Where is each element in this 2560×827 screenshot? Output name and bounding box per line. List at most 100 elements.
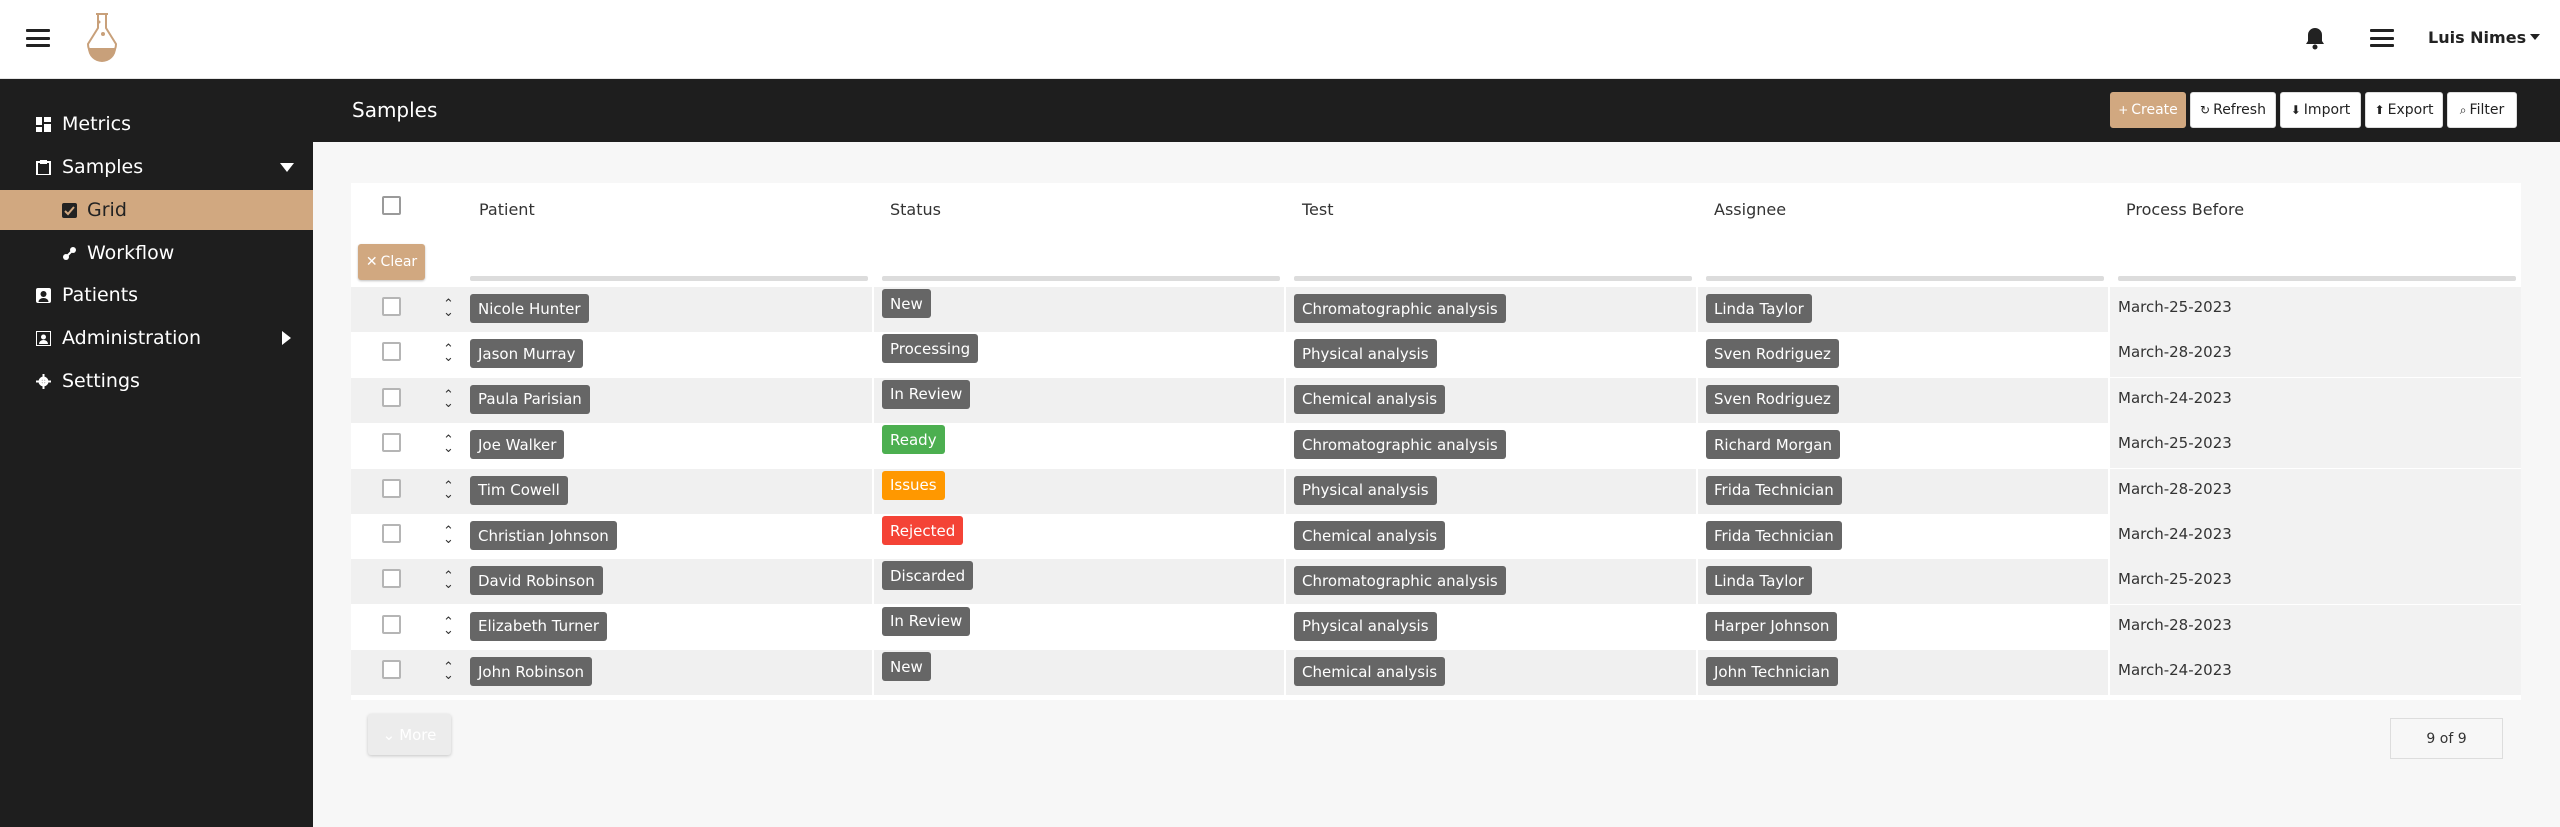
status-badge: Discarded — [882, 561, 974, 591]
app-menu-icon[interactable] — [2370, 29, 2394, 47]
patient-pill: David Robinson — [470, 566, 603, 596]
row-checkbox[interactable] — [382, 569, 401, 589]
sidebar-item-samples[interactable]: Samples — [0, 147, 313, 187]
test-pill: Chemical analysis — [1294, 521, 1446, 550]
refresh-button[interactable]: ↻ Refresh — [2190, 92, 2276, 128]
plus-icon: + — [2118, 103, 2129, 117]
drag-handle-icon[interactable]: ⌃ ⌄ — [443, 525, 454, 546]
sidebar-item-grid[interactable]: Grid — [0, 190, 313, 230]
expand-caret-icon — [282, 331, 291, 345]
sidebar-item-label: Settings — [62, 370, 140, 392]
patient-filter[interactable] — [470, 276, 868, 281]
test-pill: Physical analysis — [1294, 611, 1437, 641]
process-before-filter[interactable] — [2118, 276, 2516, 281]
drag-handle-icon[interactable]: ⌃ ⌄ — [443, 480, 454, 501]
row-checkbox[interactable] — [382, 433, 401, 453]
status-badge: New — [882, 652, 931, 682]
sidebar-item-metrics[interactable]: Metrics — [0, 104, 313, 144]
patient-pill: Elizabeth Turner — [470, 611, 607, 641]
select-all-checkbox[interactable] — [382, 196, 401, 215]
column-header-patient[interactable]: Patient — [479, 200, 535, 219]
patient-pill: Nicole Hunter — [470, 294, 589, 323]
assignee-filter[interactable] — [1706, 276, 2104, 281]
flask-logo-icon — [86, 13, 118, 62]
row-checkbox[interactable] — [382, 614, 401, 634]
row-checkbox[interactable] — [382, 387, 401, 407]
sidebar-item-workflow[interactable]: Workflow — [0, 233, 313, 273]
notification-bell-icon[interactable] — [2304, 26, 2326, 50]
export-button[interactable]: ⬆ Export — [2365, 92, 2443, 128]
patient-pill: Joe Walker — [470, 430, 565, 460]
sidebar-item-settings[interactable]: Settings — [0, 361, 313, 401]
filter-label: Filter — [2469, 102, 2505, 118]
status-badge: In Review — [882, 606, 971, 636]
test-pill: Physical analysis — [1294, 339, 1437, 369]
more-label: More — [399, 725, 437, 744]
sidebar-item-label: Samples — [62, 156, 144, 178]
assignee-pill: Sven Rodriguez — [1706, 339, 1839, 369]
import-icon: ⬇ — [2290, 103, 2301, 117]
sidebar-item-label: Grid — [87, 199, 127, 221]
status-badge: Rejected — [882, 516, 964, 545]
column-header-process-before[interactable]: Process Before — [2126, 200, 2244, 219]
column-separator — [872, 282, 874, 700]
assignee-pill: Frida Technician — [1706, 521, 1842, 550]
patient-pill: Tim Cowell — [470, 475, 568, 505]
user-menu[interactable]: Luis Nimes — [2428, 28, 2541, 47]
row-checkbox[interactable] — [382, 524, 401, 543]
drag-handle-icon[interactable]: ⌃ ⌄ — [443, 343, 454, 364]
assignee-pill: Linda Taylor — [1706, 566, 1812, 596]
drag-handle-icon[interactable]: ⌃ ⌄ — [443, 434, 454, 455]
assignee-pill: Frida Technician — [1706, 475, 1842, 505]
row-checkbox[interactable] — [382, 297, 401, 316]
search-icon: ⌕ — [2459, 102, 2467, 117]
assignee-pill: Linda Taylor — [1706, 294, 1812, 323]
row-checkbox[interactable] — [382, 660, 401, 680]
row-checkbox[interactable] — [382, 478, 401, 498]
sidebar-item-administration[interactable]: Administration — [0, 318, 313, 358]
drag-handle-icon[interactable]: ⌃ ⌄ — [443, 616, 454, 637]
process-before-date: March-28-2023 — [2118, 343, 2232, 362]
drag-handle-icon[interactable]: ⌃ ⌄ — [443, 298, 454, 319]
clear-filters-button[interactable]: ✕ Clear — [358, 244, 425, 280]
status-filter[interactable] — [882, 276, 1280, 281]
process-before-date: March-28-2023 — [2118, 615, 2232, 634]
process-before-date: March-25-2023 — [2118, 298, 2232, 316]
gear-icon — [36, 373, 51, 389]
sidebar-item-patients[interactable]: Patients — [0, 275, 313, 315]
column-separator — [2108, 282, 2110, 700]
test-pill: Physical analysis — [1294, 475, 1437, 505]
row-checkbox[interactable] — [382, 342, 401, 362]
create-button[interactable]: + Create — [2110, 92, 2186, 128]
status-badge: New — [882, 289, 931, 318]
test-filter[interactable] — [1294, 276, 1692, 281]
column-separator — [1696, 282, 1698, 700]
column-header-test[interactable]: Test — [1302, 200, 1334, 219]
sidebar-item-label: Administration — [62, 327, 202, 349]
assignee-pill: Sven Rodriguez — [1706, 384, 1839, 414]
test-pill: Chromatographic analysis — [1294, 430, 1506, 460]
page-title: Samples — [352, 98, 438, 122]
test-pill: Chemical analysis — [1294, 384, 1446, 414]
workflow-icon — [63, 246, 76, 260]
more-button[interactable]: ⌄ More — [368, 714, 451, 755]
column-header-assignee[interactable]: Assignee — [1714, 200, 1786, 219]
refresh-icon: ↻ — [2200, 103, 2211, 117]
import-button[interactable]: ⬇ Import — [2280, 92, 2361, 128]
column-header-status[interactable]: Status — [890, 200, 941, 219]
drag-handle-icon[interactable]: ⌃ ⌄ — [443, 389, 454, 410]
drag-handle-icon[interactable]: ⌃ ⌄ — [443, 661, 454, 682]
drag-handle-icon[interactable]: ⌃ ⌄ — [443, 570, 454, 591]
sidebar-item-label: Workflow — [87, 242, 175, 264]
filter-button[interactable]: ⌕ Filter — [2447, 92, 2517, 128]
export-icon: ⬆ — [2374, 103, 2385, 117]
assignee-pill: John Technician — [1706, 657, 1838, 687]
menu-toggle-icon[interactable] — [26, 29, 50, 47]
import-label: Import — [2303, 102, 2351, 118]
close-icon: ✕ — [365, 254, 378, 270]
sidebar-item-label: Patients — [62, 284, 139, 306]
dashboard-icon — [36, 116, 51, 132]
top-bar: Luis Nimes — [0, 0, 2560, 79]
column-separator — [1284, 282, 1286, 700]
process-before-date: March-24-2023 — [2118, 388, 2232, 407]
